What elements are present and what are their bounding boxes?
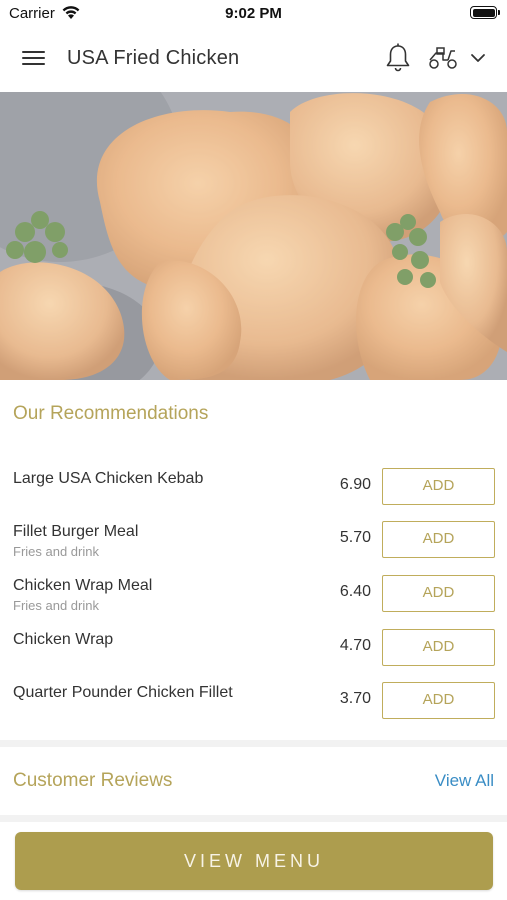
- item-price: 3.70: [339, 690, 371, 707]
- bell-icon[interactable]: [384, 42, 412, 74]
- item-name: Quarter Pounder Chicken Fillet: [13, 684, 233, 701]
- item-subtitle: Fries and drink: [13, 598, 99, 613]
- battery-icon: [470, 6, 500, 19]
- section-divider: [0, 815, 507, 822]
- add-button[interactable]: ADD: [382, 468, 495, 505]
- section-divider: [0, 740, 507, 747]
- recommendations-title: Our Recommendations: [13, 403, 209, 424]
- hamburger-menu-icon[interactable]: [22, 48, 46, 68]
- status-bar: Carrier 9:02 PM: [0, 0, 507, 26]
- list-item[interactable]: Quarter Pounder Chicken Fillet 3.70 ADD: [0, 669, 507, 723]
- list-item[interactable]: Large USA Chicken Kebab 6.90 ADD: [0, 455, 507, 509]
- item-subtitle: Fries and drink: [13, 544, 99, 559]
- nav-bar: USA Fried Chicken: [0, 26, 507, 92]
- item-price: 4.70: [339, 637, 371, 654]
- item-name: Fillet Burger Meal: [13, 523, 139, 540]
- customer-reviews-title: Customer Reviews: [13, 770, 173, 791]
- view-all-link[interactable]: View All: [435, 771, 494, 791]
- hero-food-image: [0, 92, 507, 380]
- view-menu-button[interactable]: VIEW MENU: [15, 832, 493, 890]
- add-button[interactable]: ADD: [382, 575, 495, 612]
- scooter-icon[interactable]: [427, 44, 459, 72]
- list-item[interactable]: Chicken Wrap 4.70 ADD: [0, 616, 507, 670]
- add-button[interactable]: ADD: [382, 629, 495, 666]
- item-name: Chicken Wrap: [13, 631, 114, 648]
- add-button[interactable]: ADD: [382, 682, 495, 719]
- add-button[interactable]: ADD: [382, 521, 495, 558]
- restaurant-title: USA Fried Chicken: [67, 47, 240, 69]
- item-price: 6.90: [339, 476, 371, 493]
- chevron-down-icon[interactable]: [468, 48, 488, 68]
- item-name: Chicken Wrap Meal: [13, 577, 153, 594]
- status-time: 9:02 PM: [225, 5, 282, 22]
- list-item[interactable]: Chicken Wrap Meal Fries and drink 6.40 A…: [0, 562, 507, 616]
- list-item[interactable]: Fillet Burger Meal Fries and drink 5.70 …: [0, 508, 507, 562]
- item-name: Large USA Chicken Kebab: [13, 470, 204, 487]
- item-price: 6.40: [339, 583, 371, 600]
- item-price: 5.70: [339, 529, 371, 546]
